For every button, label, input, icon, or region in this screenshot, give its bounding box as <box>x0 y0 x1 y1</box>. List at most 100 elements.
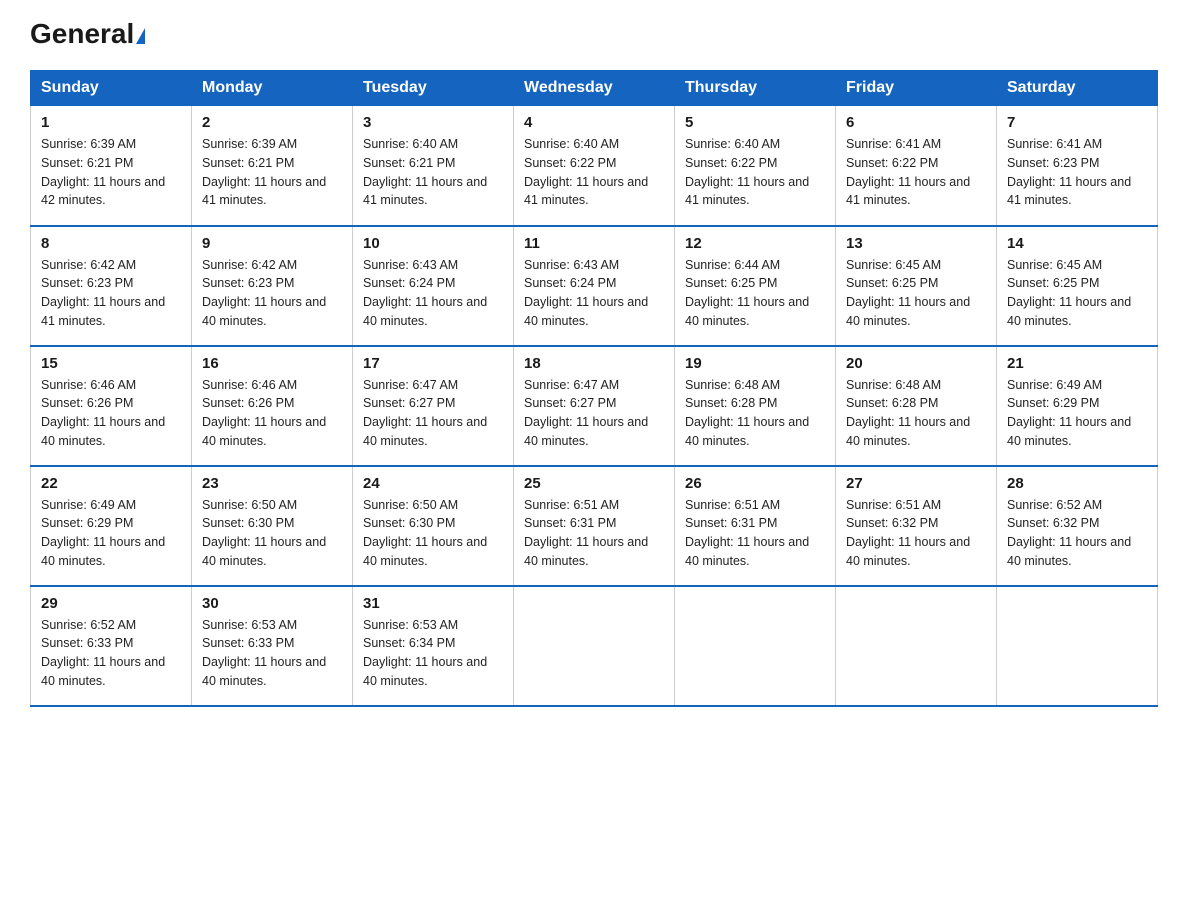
day-info: Sunrise: 6:45 AM Sunset: 6:25 PM Dayligh… <box>846 256 986 331</box>
day-info: Sunrise: 6:48 AM Sunset: 6:28 PM Dayligh… <box>685 376 825 451</box>
day-number: 11 <box>524 235 664 252</box>
calendar-cell: 9 Sunrise: 6:42 AM Sunset: 6:23 PM Dayli… <box>192 226 353 346</box>
weekday-header-sunday: Sunday <box>31 71 192 106</box>
day-number: 12 <box>685 235 825 252</box>
calendar-cell: 2 Sunrise: 6:39 AM Sunset: 6:21 PM Dayli… <box>192 106 353 226</box>
calendar-cell: 22 Sunrise: 6:49 AM Sunset: 6:29 PM Dayl… <box>31 466 192 586</box>
calendar-cell: 23 Sunrise: 6:50 AM Sunset: 6:30 PM Dayl… <box>192 466 353 586</box>
logo-general: General <box>30 18 134 49</box>
calendar-week-row: 22 Sunrise: 6:49 AM Sunset: 6:29 PM Dayl… <box>31 466 1158 586</box>
calendar-cell: 21 Sunrise: 6:49 AM Sunset: 6:29 PM Dayl… <box>997 346 1158 466</box>
calendar-cell: 3 Sunrise: 6:40 AM Sunset: 6:21 PM Dayli… <box>353 106 514 226</box>
day-number: 22 <box>41 475 181 492</box>
calendar-cell: 1 Sunrise: 6:39 AM Sunset: 6:21 PM Dayli… <box>31 106 192 226</box>
calendar-cell: 14 Sunrise: 6:45 AM Sunset: 6:25 PM Dayl… <box>997 226 1158 346</box>
calendar-cell <box>836 586 997 706</box>
calendar-cell <box>997 586 1158 706</box>
day-number: 10 <box>363 235 503 252</box>
day-info: Sunrise: 6:42 AM Sunset: 6:23 PM Dayligh… <box>41 256 181 331</box>
calendar-cell: 6 Sunrise: 6:41 AM Sunset: 6:22 PM Dayli… <box>836 106 997 226</box>
day-info: Sunrise: 6:46 AM Sunset: 6:26 PM Dayligh… <box>202 376 342 451</box>
calendar-cell: 20 Sunrise: 6:48 AM Sunset: 6:28 PM Dayl… <box>836 346 997 466</box>
calendar-cell: 7 Sunrise: 6:41 AM Sunset: 6:23 PM Dayli… <box>997 106 1158 226</box>
day-info: Sunrise: 6:53 AM Sunset: 6:33 PM Dayligh… <box>202 616 342 691</box>
day-info: Sunrise: 6:47 AM Sunset: 6:27 PM Dayligh… <box>524 376 664 451</box>
day-number: 15 <box>41 355 181 372</box>
day-number: 1 <box>41 114 181 131</box>
day-number: 9 <box>202 235 342 252</box>
calendar-cell: 8 Sunrise: 6:42 AM Sunset: 6:23 PM Dayli… <box>31 226 192 346</box>
day-number: 4 <box>524 114 664 131</box>
calendar-cell: 17 Sunrise: 6:47 AM Sunset: 6:27 PM Dayl… <box>353 346 514 466</box>
day-number: 31 <box>363 595 503 612</box>
day-number: 27 <box>846 475 986 492</box>
day-number: 19 <box>685 355 825 372</box>
calendar-week-row: 1 Sunrise: 6:39 AM Sunset: 6:21 PM Dayli… <box>31 106 1158 226</box>
day-number: 28 <box>1007 475 1147 492</box>
calendar-week-row: 8 Sunrise: 6:42 AM Sunset: 6:23 PM Dayli… <box>31 226 1158 346</box>
day-info: Sunrise: 6:51 AM Sunset: 6:32 PM Dayligh… <box>846 496 986 571</box>
day-number: 25 <box>524 475 664 492</box>
day-info: Sunrise: 6:50 AM Sunset: 6:30 PM Dayligh… <box>202 496 342 571</box>
calendar-cell: 27 Sunrise: 6:51 AM Sunset: 6:32 PM Dayl… <box>836 466 997 586</box>
day-number: 14 <box>1007 235 1147 252</box>
calendar-cell: 4 Sunrise: 6:40 AM Sunset: 6:22 PM Dayli… <box>514 106 675 226</box>
calendar-cell: 28 Sunrise: 6:52 AM Sunset: 6:32 PM Dayl… <box>997 466 1158 586</box>
logo: General <box>30 20 145 50</box>
day-number: 21 <box>1007 355 1147 372</box>
day-info: Sunrise: 6:49 AM Sunset: 6:29 PM Dayligh… <box>41 496 181 571</box>
day-number: 7 <box>1007 114 1147 131</box>
day-number: 16 <box>202 355 342 372</box>
logo-text: General <box>30 20 145 48</box>
day-info: Sunrise: 6:47 AM Sunset: 6:27 PM Dayligh… <box>363 376 503 451</box>
page-header: General <box>30 20 1158 50</box>
day-number: 8 <box>41 235 181 252</box>
day-info: Sunrise: 6:40 AM Sunset: 6:21 PM Dayligh… <box>363 135 503 210</box>
calendar-cell: 11 Sunrise: 6:43 AM Sunset: 6:24 PM Dayl… <box>514 226 675 346</box>
day-info: Sunrise: 6:43 AM Sunset: 6:24 PM Dayligh… <box>363 256 503 331</box>
calendar-cell: 12 Sunrise: 6:44 AM Sunset: 6:25 PM Dayl… <box>675 226 836 346</box>
calendar-cell: 16 Sunrise: 6:46 AM Sunset: 6:26 PM Dayl… <box>192 346 353 466</box>
calendar-cell: 25 Sunrise: 6:51 AM Sunset: 6:31 PM Dayl… <box>514 466 675 586</box>
calendar-cell: 18 Sunrise: 6:47 AM Sunset: 6:27 PM Dayl… <box>514 346 675 466</box>
weekday-header-row: SundayMondayTuesdayWednesdayThursdayFrid… <box>31 71 1158 106</box>
day-number: 23 <box>202 475 342 492</box>
logo-triangle-icon <box>136 28 145 44</box>
calendar-cell: 26 Sunrise: 6:51 AM Sunset: 6:31 PM Dayl… <box>675 466 836 586</box>
day-info: Sunrise: 6:40 AM Sunset: 6:22 PM Dayligh… <box>685 135 825 210</box>
calendar-cell: 24 Sunrise: 6:50 AM Sunset: 6:30 PM Dayl… <box>353 466 514 586</box>
day-info: Sunrise: 6:48 AM Sunset: 6:28 PM Dayligh… <box>846 376 986 451</box>
day-number: 20 <box>846 355 986 372</box>
calendar-cell <box>675 586 836 706</box>
day-info: Sunrise: 6:42 AM Sunset: 6:23 PM Dayligh… <box>202 256 342 331</box>
day-number: 18 <box>524 355 664 372</box>
day-info: Sunrise: 6:52 AM Sunset: 6:33 PM Dayligh… <box>41 616 181 691</box>
calendar-cell: 29 Sunrise: 6:52 AM Sunset: 6:33 PM Dayl… <box>31 586 192 706</box>
day-info: Sunrise: 6:45 AM Sunset: 6:25 PM Dayligh… <box>1007 256 1147 331</box>
calendar-cell: 31 Sunrise: 6:53 AM Sunset: 6:34 PM Dayl… <box>353 586 514 706</box>
day-number: 5 <box>685 114 825 131</box>
day-number: 13 <box>846 235 986 252</box>
day-number: 3 <box>363 114 503 131</box>
day-info: Sunrise: 6:52 AM Sunset: 6:32 PM Dayligh… <box>1007 496 1147 571</box>
calendar-cell: 5 Sunrise: 6:40 AM Sunset: 6:22 PM Dayli… <box>675 106 836 226</box>
day-info: Sunrise: 6:43 AM Sunset: 6:24 PM Dayligh… <box>524 256 664 331</box>
calendar-cell: 15 Sunrise: 6:46 AM Sunset: 6:26 PM Dayl… <box>31 346 192 466</box>
day-info: Sunrise: 6:41 AM Sunset: 6:23 PM Dayligh… <box>1007 135 1147 210</box>
calendar-cell: 19 Sunrise: 6:48 AM Sunset: 6:28 PM Dayl… <box>675 346 836 466</box>
calendar-cell: 30 Sunrise: 6:53 AM Sunset: 6:33 PM Dayl… <box>192 586 353 706</box>
calendar-week-row: 29 Sunrise: 6:52 AM Sunset: 6:33 PM Dayl… <box>31 586 1158 706</box>
calendar-cell: 10 Sunrise: 6:43 AM Sunset: 6:24 PM Dayl… <box>353 226 514 346</box>
calendar-cell <box>514 586 675 706</box>
calendar-week-row: 15 Sunrise: 6:46 AM Sunset: 6:26 PM Dayl… <box>31 346 1158 466</box>
calendar-cell: 13 Sunrise: 6:45 AM Sunset: 6:25 PM Dayl… <box>836 226 997 346</box>
day-number: 30 <box>202 595 342 612</box>
day-info: Sunrise: 6:40 AM Sunset: 6:22 PM Dayligh… <box>524 135 664 210</box>
day-number: 24 <box>363 475 503 492</box>
weekday-header-friday: Friday <box>836 71 997 106</box>
day-number: 26 <box>685 475 825 492</box>
day-info: Sunrise: 6:44 AM Sunset: 6:25 PM Dayligh… <box>685 256 825 331</box>
day-info: Sunrise: 6:51 AM Sunset: 6:31 PM Dayligh… <box>524 496 664 571</box>
day-number: 2 <box>202 114 342 131</box>
day-number: 6 <box>846 114 986 131</box>
